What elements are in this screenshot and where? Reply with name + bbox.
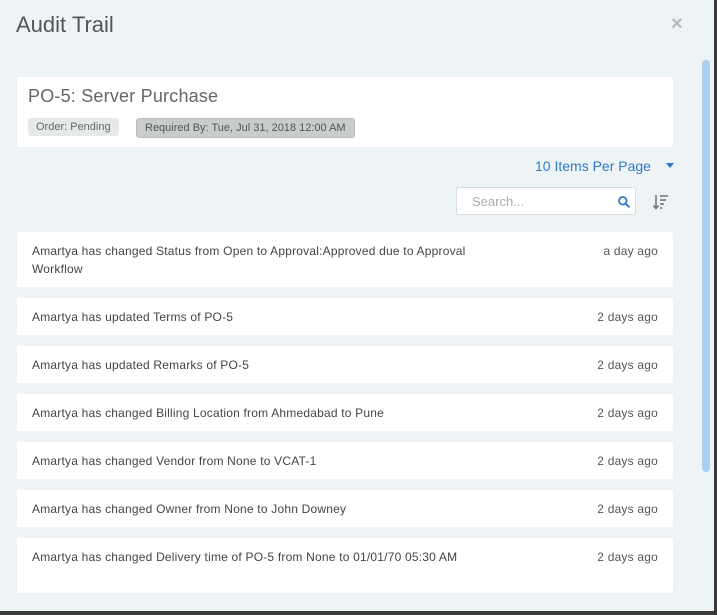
audit-entry-time: 2 days ago <box>597 502 658 516</box>
audit-entry: Amartya has changed Billing Location fro… <box>17 394 673 431</box>
audit-entry-time: 2 days ago <box>597 454 658 468</box>
po-summary-card: PO-5: Server Purchase Order: Pending Req… <box>17 77 673 147</box>
modal-title: Audit Trail <box>16 12 114 37</box>
audit-entry: Amartya has changed Status from Open to … <box>17 232 673 287</box>
audit-entry-text: Amartya has changed Vendor from None to … <box>32 454 317 468</box>
close-icon[interactable]: × <box>671 14 687 34</box>
audit-trail-modal: Audit Trail × PO-5: Server Purchase Orde… <box>0 0 714 611</box>
audit-entry: Amartya has changed Delivery time of PO-… <box>17 538 673 593</box>
audit-entry-time: 2 days ago <box>597 550 658 564</box>
audit-entry-text: Amartya has changed Billing Location fro… <box>32 406 385 420</box>
modal-header: Audit Trail × <box>0 0 714 52</box>
search-icon[interactable] <box>617 195 631 209</box>
po-title: PO-5: Server Purchase <box>28 86 219 106</box>
search-box <box>456 187 636 215</box>
audit-entry-text: Amartya has updated Remarks of PO-5 <box>32 358 250 372</box>
audit-entry: Amartya has changed Vendor from None to … <box>17 442 673 479</box>
sort-icon[interactable] <box>652 193 670 211</box>
audit-entry-time: 2 days ago <box>597 310 658 324</box>
audit-entry: Amartya has changed Owner from None to J… <box>17 490 673 527</box>
audit-entry-time: 2 days ago <box>597 406 658 420</box>
chevron-down-icon[interactable] <box>666 163 674 168</box>
audit-entry: Amartya has updated Terms of PO-5 2 days… <box>17 298 673 335</box>
audit-entry-text: Amartya has updated Terms of PO-5 <box>32 310 234 324</box>
items-per-page-dropdown[interactable]: 10 Items Per Page <box>535 158 651 174</box>
audit-entry: Amartya has updated Remarks of PO-5 2 da… <box>17 346 673 383</box>
audit-entry-text: Amartya has changed Owner from None to J… <box>32 502 347 516</box>
required-by-badge: Required By: Tue, Jul 31, 2018 12:00 AM <box>136 118 355 138</box>
scrollbar-thumb[interactable] <box>702 60 710 472</box>
status-badge: Order: Pending <box>28 118 119 136</box>
audit-entry-time: 2 days ago <box>597 358 658 372</box>
search-input[interactable] <box>457 188 622 214</box>
audit-entry-text: Amartya has changed Delivery time of PO-… <box>32 550 458 564</box>
audit-entry-time: a day ago <box>603 244 658 258</box>
audit-entry-text: Amartya has changed Status from Open to … <box>32 244 466 276</box>
